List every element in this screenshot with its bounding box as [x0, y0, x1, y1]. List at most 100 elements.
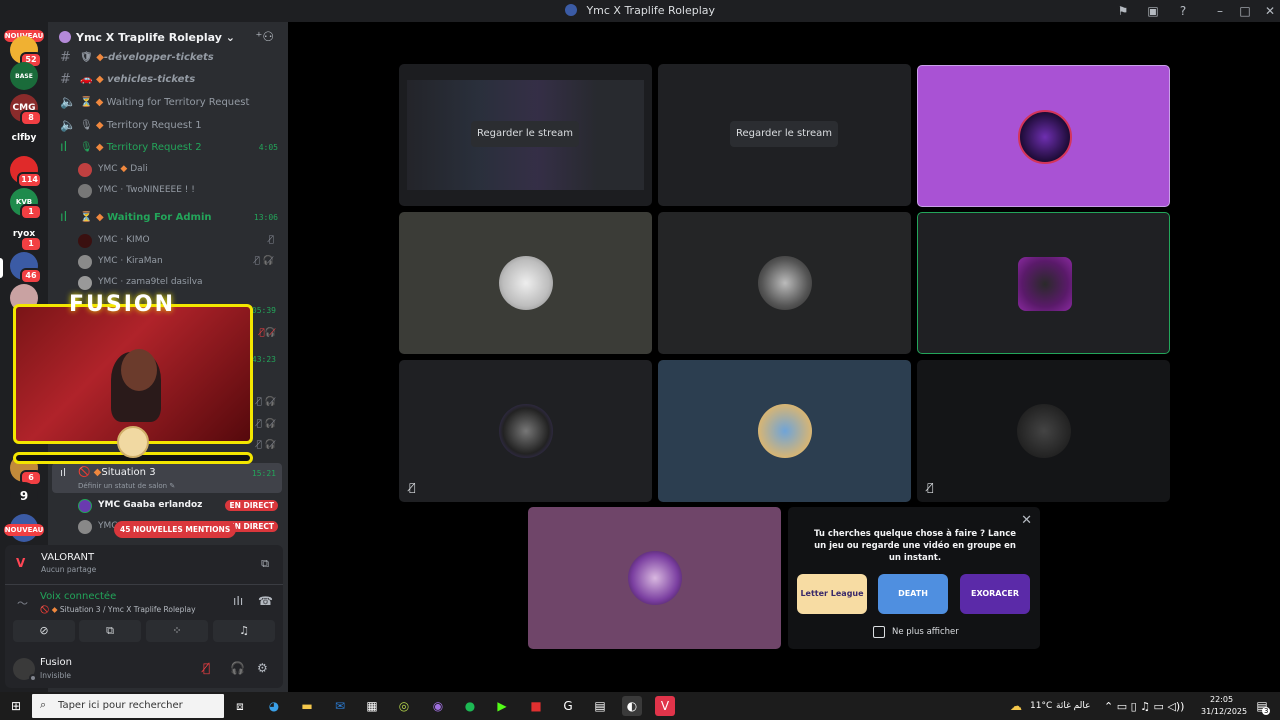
avatar	[78, 276, 92, 290]
channel-name: Waiting For Admin	[107, 212, 212, 223]
voice-connection-row: 〜 Voix connectée 🚫 ◆ Situation 3 / Ymc X…	[5, 587, 283, 619]
channel-timer: 05:39	[251, 306, 276, 315]
channel-name: Territory Request 2	[106, 142, 202, 153]
help-icon[interactable]: ?	[1175, 3, 1191, 19]
mic-muted-icon[interactable]: 🎙̸	[203, 661, 210, 675]
close-icon[interactable]: ✕	[1021, 513, 1032, 528]
settings-gear-icon[interactable]: ⚙	[257, 661, 268, 675]
webcam-frame	[13, 304, 253, 444]
weather-temp: 11°C	[1030, 701, 1053, 711]
game-card[interactable]: DEATH	[878, 574, 948, 614]
maximize-icon[interactable]: □	[1237, 3, 1253, 19]
voice-user[interactable]: YMC · KIMO 🎙̸	[78, 231, 284, 251]
voice-user[interactable]: YMC · zama9tel dasilva	[78, 273, 284, 293]
headphones-icon[interactable]: 🎧	[230, 661, 245, 675]
spotify-icon[interactable]: ●	[460, 696, 480, 716]
weather-caption: عالم غائة	[1056, 701, 1091, 711]
participant-tile[interactable]: 🎙̸	[917, 360, 1170, 502]
participant-tile[interactable]	[528, 507, 781, 649]
store-icon[interactable]: ▦	[362, 696, 382, 716]
flag-icon[interactable]: ⚑	[1115, 3, 1131, 19]
stream-tile[interactable]: Regarder le stream	[658, 64, 911, 206]
username[interactable]: Fusion	[40, 657, 72, 668]
game-card[interactable]: Letter League	[797, 574, 867, 614]
noise-suppression-icon[interactable]: ıIı	[233, 594, 243, 608]
server-icon[interactable]: 46	[10, 252, 42, 284]
app-icon[interactable]: ▤	[590, 696, 610, 716]
obs-icon[interactable]: ◐	[622, 696, 642, 716]
channel-item[interactable]: # 🚗 ◆ vehicles-tickets	[56, 70, 284, 90]
activities-button[interactable]: ⁘	[146, 620, 208, 642]
minimize-icon[interactable]: –	[1212, 3, 1228, 19]
dont-show-again-checkbox[interactable]	[873, 626, 885, 638]
participant-tile[interactable]	[917, 65, 1170, 207]
disconnect-icon[interactable]: ☎	[258, 594, 273, 608]
voice-user[interactable]: YMC · TwoNINEEEE ! !	[78, 181, 284, 201]
xbox-icon[interactable]: ◎	[394, 696, 414, 716]
channel-status[interactable]: Définir un statut de salon ✎	[78, 482, 175, 490]
voice-user[interactable]: YMC Gaaba erlandoz EN DIRECT	[78, 496, 284, 516]
camera-off-button[interactable]: ⊘	[13, 620, 75, 642]
participant-tile[interactable]	[658, 360, 911, 502]
edge-icon[interactable]: ◕	[264, 696, 284, 716]
server-icon[interactable]: ryox 1	[10, 220, 42, 252]
avatar	[1018, 110, 1072, 164]
app-icon[interactable]: ■	[526, 696, 546, 716]
server-icon[interactable]: KVB 1	[10, 188, 42, 220]
outlook-icon[interactable]: ✉	[330, 696, 350, 716]
server-icon[interactable]: 52	[10, 36, 42, 68]
user-status: Invisible	[40, 671, 71, 680]
game-card[interactable]: EXORACER	[960, 574, 1030, 614]
share-screen-button[interactable]: ⧉	[79, 620, 141, 642]
stream-tile[interactable]: Regarder le stream	[399, 64, 652, 206]
task-view-icon[interactable]: ⧈	[230, 696, 250, 716]
soundboard-button[interactable]: ♫	[213, 620, 275, 642]
new-mentions-button[interactable]: 45 NOUVELLES MENTIONS	[114, 521, 237, 538]
taskbar-search[interactable]: ⌕ Taper ici pour rechercher	[32, 694, 224, 718]
participant-tile-speaking[interactable]	[917, 212, 1170, 354]
new-servers-badge[interactable]: NOUVEAU	[4, 524, 44, 536]
invite-icon[interactable]: ⁺⚇	[255, 30, 274, 45]
voice-user[interactable]: YMC · KiraMan 🎙̸ 🎧̸	[78, 252, 284, 272]
voice-channel-item[interactable]: ıl 🎙 ◆ Territory Request 2 4:05	[56, 138, 284, 158]
tray-icons[interactable]: ⌃ ▭ ▯ ♫ ▭ ◁))	[1104, 700, 1184, 713]
server-icon[interactable]: 9	[10, 482, 38, 510]
voice-location[interactable]: 🚫 ◆ Situation 3 / Ymc X Traplife Rolepla…	[40, 605, 196, 614]
voice-channel-item[interactable]: 🔈 ⏳ ◆ Waiting for Territory Request	[56, 93, 284, 113]
voice-user[interactable]: YMC ◆ Dali	[78, 160, 284, 180]
voice-channel-item[interactable]: ıl ⏳ ◆ Waiting For Admin 13:06	[56, 208, 284, 228]
server-icon[interactable]: 114	[10, 156, 42, 188]
windows-start-icon[interactable]: ⊞	[6, 696, 26, 716]
file-explorer-icon[interactable]: ▬	[297, 696, 317, 716]
activity-suggestion-card: ✕ Tu cherches quelque chose à faire ? La…	[788, 507, 1040, 649]
server-icon[interactable]: BASE	[10, 62, 38, 90]
inbox-icon[interactable]: ▣	[1145, 3, 1161, 19]
share-screen-icon[interactable]: ⧉	[261, 557, 269, 571]
app-icon[interactable]: G	[558, 696, 578, 716]
participant-tile[interactable]: 🎙̸	[399, 360, 652, 502]
user-name: Gaaba erlandoz	[123, 500, 203, 510]
server-name: Ymc X Traplife Roleplay ⌄	[76, 31, 235, 44]
channel-label: 🎙 ◆ Territory Request 2	[80, 142, 202, 153]
channel-timer: 15:21	[251, 469, 276, 478]
status-indicator	[29, 674, 37, 682]
server-icon[interactable]: CMG 8	[10, 94, 42, 126]
game-title: DEATH	[898, 589, 928, 598]
watch-stream-button[interactable]: Regarder le stream	[730, 121, 838, 147]
user-name: zama9tel dasilva	[126, 277, 203, 287]
suggestion-message: Tu cherches quelque chose à faire ? Lanc…	[813, 529, 1017, 563]
valorant-taskbar-icon[interactable]: V	[655, 696, 675, 716]
active-voice-channel[interactable]: ıl 🚫 ◆Situation 3 Définir un statut de s…	[52, 463, 282, 493]
hashtag-icon: #	[60, 72, 71, 87]
participant-tile[interactable]	[658, 212, 911, 354]
participant-tile[interactable]	[399, 212, 652, 354]
weather-icon[interactable]: ☁	[1006, 696, 1026, 716]
watch-stream-button[interactable]: Regarder le stream	[471, 121, 579, 147]
channel-item[interactable]: # 🛡 ◆-développer-tickets	[56, 48, 284, 68]
voice-channel-item[interactable]: 🔈 🎙 ◆ Territory Request 1	[56, 116, 284, 136]
kick-icon[interactable]: ▶	[492, 696, 512, 716]
app-icon[interactable]: ◉	[428, 696, 448, 716]
close-window-icon[interactable]: ✕	[1262, 3, 1278, 19]
server-icon[interactable]: clfby	[10, 124, 38, 152]
unread-badge: 1	[20, 236, 42, 252]
